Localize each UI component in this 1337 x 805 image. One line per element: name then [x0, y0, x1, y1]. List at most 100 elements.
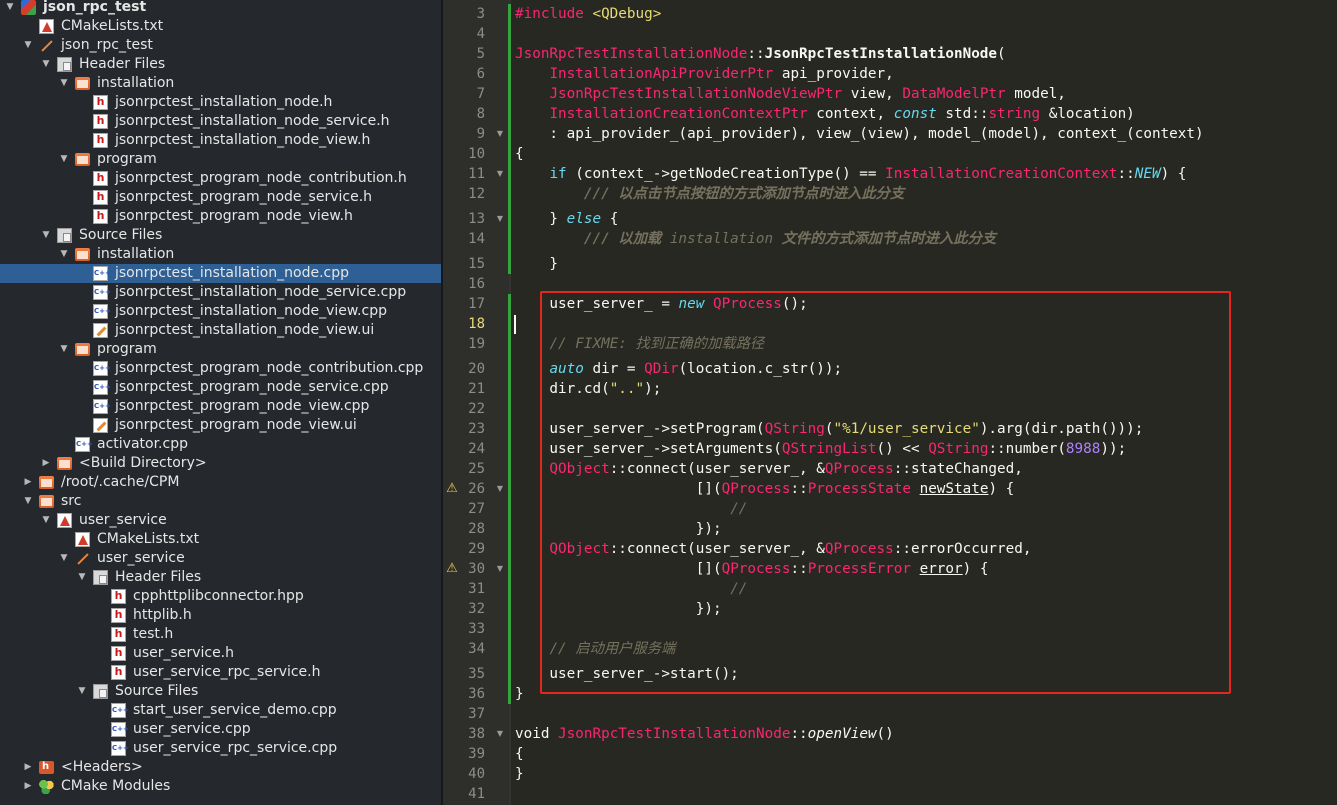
code-line[interactable]: if (context_->getNodeCreationType() == I…: [515, 164, 1186, 184]
warning-icon[interactable]: ⚠: [445, 479, 459, 499]
tree-item[interactable]: ▼ Source Files: [0, 226, 441, 245]
expand-arrow-icon[interactable]: ▼: [58, 340, 70, 359]
expand-arrow-icon[interactable]: ▼: [4, 0, 16, 17]
tree-item[interactable]: h jsonrpctest_installation_node.h: [0, 93, 441, 112]
tree-item[interactable]: h user_service_rpc_service.h: [0, 663, 441, 682]
expand-arrow-icon[interactable]: ▼: [40, 55, 52, 74]
tree-item[interactable]: CMakeLists.txt: [0, 17, 441, 36]
tree-item[interactable]: C++ user_service_rpc_service.cpp: [0, 739, 441, 758]
project-icon: [21, 0, 36, 15]
fold-marker-icon[interactable]: ▼: [495, 164, 505, 184]
tree-item-label: jsonrpctest_program_node_view.h: [115, 208, 353, 224]
tree-item-label: CMakeLists.txt: [97, 531, 200, 547]
tree-item[interactable]: ▶ /root/.cache/CPM: [0, 473, 441, 492]
code-line[interactable]: #include <QDebug>: [515, 4, 661, 24]
tree-item[interactable]: C++ jsonrpctest_installation_node.cpp: [0, 264, 441, 283]
code-line[interactable]: } else {: [515, 209, 618, 229]
fold-marker-icon[interactable]: ▼: [495, 724, 505, 744]
code-line[interactable]: JsonRpcTestInstallationNodeViewPtr view,…: [515, 84, 1065, 104]
project-tree[interactable]: ▼ json_rpc_test CMakeLists.txt ▼ json_rpc_te…: [0, 0, 441, 805]
fold-marker-icon[interactable]: ▼: [495, 209, 505, 229]
tree-item[interactable]: h httplib.h: [0, 606, 441, 625]
tree-item[interactable]: C++ jsonrpctest_installation_node_view.cp…: [0, 302, 441, 321]
tree-item[interactable]: ▼ user_service: [0, 511, 441, 530]
tree-item[interactable]: ▼ installation: [0, 245, 441, 264]
code-line[interactable]: {: [515, 744, 524, 764]
tree-item[interactable]: ▼ user_service: [0, 549, 441, 568]
tree-item[interactable]: ▼ json_rpc_test: [0, 0, 441, 17]
tree-item[interactable]: CMakeLists.txt: [0, 530, 441, 549]
tree-item[interactable]: ▼ program: [0, 340, 441, 359]
code-line[interactable]: /// 以加载 installation 文件的方式添加节点时进入此分支: [515, 229, 996, 249]
fold-marker-icon[interactable]: ▼: [495, 124, 505, 144]
tree-item-label: src: [61, 493, 82, 509]
tree-item[interactable]: h jsonrpctest_program_node_view.h: [0, 207, 441, 226]
tree-item[interactable]: C++ jsonrpctest_installation_node_service…: [0, 283, 441, 302]
expand-arrow-icon[interactable]: ▼: [58, 150, 70, 169]
code-line[interactable]: }: [515, 764, 524, 784]
tree-item[interactable]: ▼ installation: [0, 74, 441, 93]
tree-item[interactable]: h test.h: [0, 625, 441, 644]
tree-item[interactable]: h jsonrpctest_installation_node_view.h: [0, 131, 441, 150]
tree-item[interactable]: ▼ src: [0, 492, 441, 511]
tree-item[interactable]: C++ jsonrpctest_program_node_service.cpp: [0, 378, 441, 397]
tree-item-label: jsonrpctest_installation_node.h: [115, 94, 333, 110]
tree-item[interactable]: jsonrpctest_program_node_view.ui: [0, 416, 441, 435]
tree-item[interactable]: C++ start_user_service_demo.cpp: [0, 701, 441, 720]
tree-item-label: jsonrpctest_installation_node_service.h: [115, 113, 390, 129]
expand-arrow-icon[interactable]: ▼: [40, 511, 52, 530]
code-token: if: [549, 166, 567, 182]
tree-item[interactable]: ▼ Source Files: [0, 682, 441, 701]
cpp-file-icon: C++: [75, 437, 93, 452]
tree-item[interactable]: C++ jsonrpctest_program_node_view.cpp: [0, 397, 441, 416]
expand-arrow-icon[interactable]: ▼: [58, 74, 70, 93]
collapse-arrow-icon[interactable]: ▶: [22, 758, 34, 777]
code-line[interactable]: InstallationCreationContextPtr context, …: [515, 104, 1134, 124]
tree-item[interactable]: ▼ Header Files: [0, 55, 441, 74]
line-number: 15: [468, 256, 485, 272]
warning-icon[interactable]: ⚠: [445, 559, 459, 579]
tree-item[interactable]: ▼ json_rpc_test: [0, 36, 441, 55]
tree-item[interactable]: ▼ Header Files: [0, 568, 441, 587]
expand-arrow-icon[interactable]: ▼: [76, 682, 88, 701]
tree-item[interactable]: h jsonrpctest_program_node_service.h: [0, 188, 441, 207]
fold-marker-icon[interactable]: ▼: [495, 479, 505, 499]
code-line[interactable]: void JsonRpcTestInstallationNode::openVi…: [515, 724, 894, 744]
ui-file-icon: [93, 323, 108, 338]
tree-item[interactable]: C++ activator.cpp: [0, 435, 441, 454]
tree-item[interactable]: h cpphttplibconnector.hpp: [0, 587, 441, 606]
tree-item[interactable]: h jsonrpctest_installation_node_service.h: [0, 112, 441, 131]
tree-item-label: CMake Modules: [61, 778, 171, 794]
code-line[interactable]: JsonRpcTestInstallationNode::JsonRpcTest…: [515, 44, 1006, 64]
tree-item[interactable]: h jsonrpctest_program_node_contribution.h: [0, 169, 441, 188]
expand-arrow-icon[interactable]: ▼: [58, 245, 70, 264]
code-line[interactable]: InstallationApiProviderPtr api_provider,: [515, 64, 893, 84]
tree-item[interactable]: C++ user_service.cpp: [0, 720, 441, 739]
folder-icon: [75, 248, 90, 261]
code-line[interactable]: }: [515, 684, 524, 704]
expand-arrow-icon[interactable]: ▼: [76, 568, 88, 587]
tree-item[interactable]: ▼ program: [0, 150, 441, 169]
code-line[interactable]: /// 以点击节点按钮的方式添加节点时进入此分支: [515, 184, 904, 204]
folder-icon: [75, 77, 90, 90]
code-token: }: [515, 211, 567, 227]
collapse-arrow-icon[interactable]: ▶: [22, 777, 34, 796]
expand-arrow-icon[interactable]: ▼: [40, 226, 52, 245]
line-number: 8: [476, 106, 485, 122]
tree-item-label: program: [97, 151, 157, 167]
tree-item[interactable]: ▶ <Build Directory>: [0, 454, 441, 473]
expand-arrow-icon[interactable]: ▼: [58, 549, 70, 568]
tree-item[interactable]: h user_service.h: [0, 644, 441, 663]
tree-item[interactable]: jsonrpctest_installation_node_view.ui: [0, 321, 441, 340]
tree-item[interactable]: ▶ <Headers>: [0, 758, 441, 777]
tree-item[interactable]: C++ jsonrpctest_program_node_contribution…: [0, 359, 441, 378]
expand-arrow-icon[interactable]: ▼: [22, 492, 34, 511]
code-line[interactable]: {: [515, 144, 524, 164]
code-line[interactable]: : api_provider_(api_provider), view_(vie…: [515, 124, 1203, 144]
tree-item[interactable]: ▶ CMake Modules: [0, 777, 441, 796]
expand-arrow-icon[interactable]: ▼: [22, 36, 34, 55]
collapse-arrow-icon[interactable]: ▶: [40, 454, 52, 473]
code-line[interactable]: }: [515, 254, 558, 274]
fold-marker-icon[interactable]: ▼: [495, 559, 505, 579]
collapse-arrow-icon[interactable]: ▶: [22, 473, 34, 492]
